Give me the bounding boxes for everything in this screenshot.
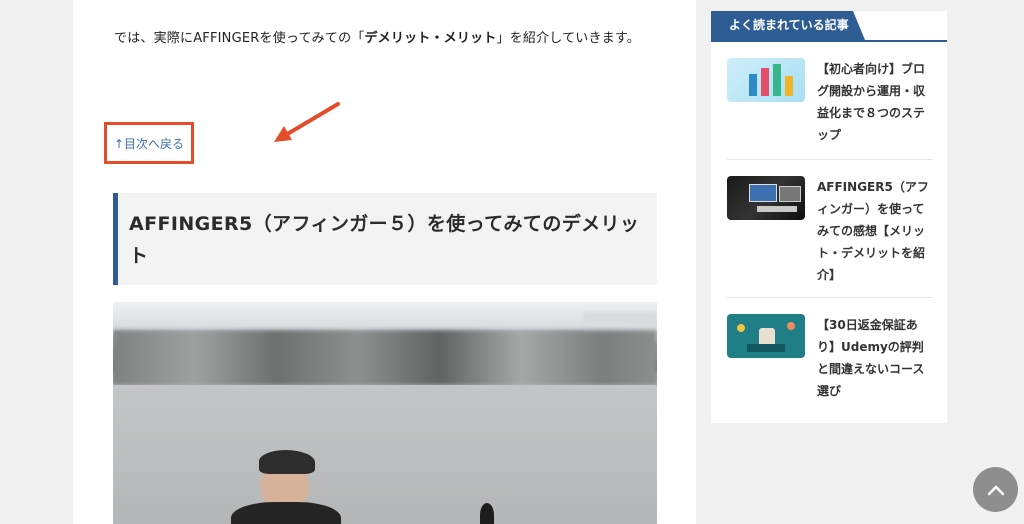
post-thumbnail[interactable] <box>727 314 805 358</box>
toc-back-highlight: ↑目次へ戻る <box>104 122 194 164</box>
intro-bold: デメリット・メリット <box>364 31 497 46</box>
popular-post-item[interactable]: AFFINGER5（アフィンガー）を使ってみての感想【メリット・デメリットを紹介… <box>727 176 932 286</box>
chevron-up-icon <box>987 485 1004 495</box>
widget-title-underline <box>711 40 947 42</box>
post-title[interactable]: 【初心者向け】ブログ開設から運用・収益化まで８つのステップ <box>817 58 933 146</box>
post-title[interactable]: AFFINGER5（アフィンガー）を使ってみての感想【メリット・デメリットを紹介… <box>817 176 933 286</box>
divider <box>727 297 932 298</box>
intro-text: では、実際にAFFINGERを使ってみての「デメリット・メリット」を紹介していき… <box>114 27 640 46</box>
intro-suffix: 」を紹介していきます。 <box>496 31 641 46</box>
intro-prefix: では、実際にAFFINGERを使ってみての「 <box>114 31 365 46</box>
arrow-icon <box>274 102 340 142</box>
article-photo <box>113 302 657 524</box>
scroll-to-top-button[interactable] <box>973 467 1018 512</box>
article-column: では、実際にAFFINGERを使ってみての「デメリット・メリット」を紹介していき… <box>73 0 696 524</box>
post-title[interactable]: 【30日返金保証あり】Udemyの評判と間違えないコース選び <box>817 314 933 402</box>
section-heading: AFFINGER5（アフィンガー５）を使ってみてのデメリット <box>113 193 657 285</box>
post-thumbnail[interactable] <box>727 176 805 220</box>
popular-post-item[interactable]: 【初心者向け】ブログ開設から運用・収益化まで８つのステップ <box>727 58 932 148</box>
section-heading-text: AFFINGER5（アフィンガー５）を使ってみてのデメリット <box>129 213 640 267</box>
popular-post-item[interactable]: 【30日返金保証あり】Udemyの評判と間違えないコース選び <box>727 314 932 404</box>
widget-title: よく読まれている記事 <box>711 11 865 40</box>
popular-posts-widget: よく読まれている記事 【初心者向け】ブログ開設から運用・収益化まで８つのステップ… <box>711 11 947 423</box>
post-thumbnail[interactable] <box>727 58 805 102</box>
toc-back-link[interactable]: ↑目次へ戻る <box>114 135 184 152</box>
divider <box>727 159 932 160</box>
